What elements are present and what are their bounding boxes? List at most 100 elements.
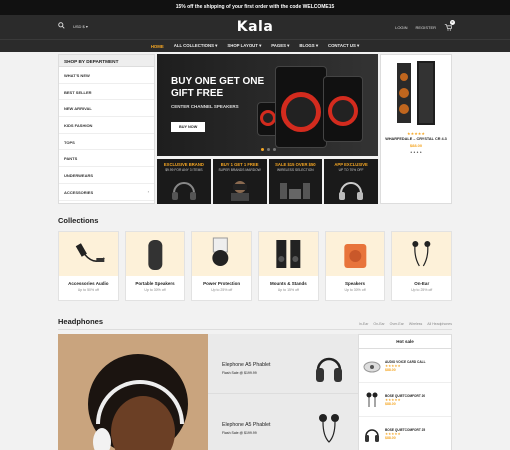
search-icon[interactable] [58, 22, 65, 30]
hot-item-price: $88.00 [385, 435, 396, 440]
hot-item-name: BOSE QUIETCOMFORT 20 [385, 393, 426, 398]
headphone-product-card[interactable]: Elephone A5 Phablet Flash Sale @ $199.99 [208, 334, 358, 394]
collection-name: On-Ear [414, 281, 430, 286]
banner-title: SALE $15 OVER $50 [275, 162, 316, 167]
nav-home[interactable]: HOME [151, 44, 164, 49]
nav-contact-us[interactable]: CONTACT US ▾ [328, 43, 359, 49]
dept-item-best-seller[interactable]: BEST SELLER [59, 84, 154, 101]
slider-dot[interactable] [261, 148, 264, 151]
headphones-section: Elephone A5 Phablet Flash Sale @ $199.99… [58, 334, 452, 450]
headphones-icon [339, 182, 364, 200]
banner-exclusive-brand[interactable]: EXCLUSIVE BRAND $9.99 FOR ANY 3 ITEMS [157, 159, 211, 204]
product-name[interactable]: WHARFEDALE – CRYSTAL CR 4.3 [381, 137, 451, 141]
earbuds-icon [319, 414, 339, 443]
collection-name: Power Protection [203, 281, 241, 286]
promo-topbar: 15% off the shipping of your first order… [0, 0, 510, 15]
nav-pages[interactable]: PAGES ▾ [271, 43, 289, 49]
headphones-header: Headphones In-Ear On-Ear Over-Ear Wirele… [58, 317, 452, 330]
dept-item-whats-new[interactable]: WHAT'S NEW [59, 67, 154, 84]
filter-wireless[interactable]: Wireless [409, 322, 422, 326]
collection-name: Mounts & Stands [269, 281, 307, 286]
filter-in-ear[interactable]: In-Ear [359, 322, 369, 326]
nav-all-collections[interactable]: ALL COLLECTIONS ▾ [174, 43, 218, 49]
banner-buy1get1[interactable]: BUY 1 GET 1 FREE SUPER BRANDS MARDOW [212, 159, 267, 204]
headphones-product-list: Elephone A5 Phablet Flash Sale @ $199.99… [208, 334, 358, 450]
banner-sale[interactable]: SALE $15 OVER $50 WIRELESS SELECTION [268, 159, 323, 204]
hot-sale-item[interactable]: BOSE QUIETCOMFORT 20 ★★★★★ $88.00 [359, 383, 451, 417]
hot-sale-title: Hot sale [359, 335, 451, 349]
slide-subtitle: CENTER CHANNEL SPEAKERS [171, 104, 239, 109]
collection-name: Portable Speakers [135, 281, 175, 286]
headphones-title: Headphones [58, 317, 104, 326]
dept-item-tops[interactable]: TOPS [59, 134, 154, 151]
banner-app-exclusive[interactable]: APP EXCLUSIVE UP TO 70% OFF [324, 159, 378, 204]
filter-all-headphones[interactable]: All Headphones [427, 322, 452, 326]
collection-card[interactable]: Portable Speakers Up to 30% off [124, 231, 186, 301]
slide-title: BUY ONE GET ONE GIFT FREE [171, 76, 265, 99]
collections-grid: Accessories Audio Up to 50% off Portable… [58, 231, 453, 301]
cart-icon[interactable]: 0 [444, 20, 455, 32]
collection-card[interactable]: Speakers Up to 30% off [324, 231, 386, 301]
hot-sale-item[interactable]: BOSE QUIETCOMFORT 25 ★★★★★ $88.00 [359, 417, 451, 450]
slider-dots [261, 148, 276, 151]
slider-dot[interactable] [273, 148, 276, 151]
department-menu-title: SHOP BY DEPARTMENT [59, 55, 154, 67]
vr-headset-icon [230, 181, 249, 201]
banner-title: EXCLUSIVE BRAND [163, 162, 204, 167]
collection-image [59, 232, 118, 276]
dept-item-kids-fashion[interactable]: KIDS FASHION [59, 117, 154, 134]
collection-discount: Up to 15% off [277, 288, 299, 292]
collection-image [259, 232, 318, 276]
filter-over-ear[interactable]: Over-Ear [390, 322, 404, 326]
hot-item-name: AUDIO VOICE CARD CALL [385, 359, 426, 364]
banner-sub: SUPER BRANDS MARDOW [218, 168, 261, 172]
filter-on-ear[interactable]: On-Ear [373, 322, 384, 326]
collection-discount: Up to 50% off [77, 288, 99, 292]
login-link[interactable]: LOGIN [395, 25, 407, 30]
headphone-product-card[interactable]: Elephone A5 Phablet Flash Sale @ $199.99 [208, 394, 358, 450]
banner-title: APP EXCLUSIVE [334, 162, 368, 167]
dept-item-pants[interactable]: PANTS [59, 150, 154, 168]
collection-image [325, 232, 385, 276]
banner-sub: UP TO 70% OFF [338, 168, 364, 172]
site-logo[interactable]: Kala [237, 19, 274, 35]
hero-slider: BUY ONE GET ONE GIFT FREE CENTER CHANNEL… [157, 54, 378, 204]
woman-headphones-photo [58, 334, 208, 450]
tower-speakers-image [397, 61, 435, 125]
banner-sub: WIRELESS SELECTION [277, 168, 314, 172]
collections-title: Collections [58, 216, 99, 225]
department-menu: SHOP BY DEPARTMENT WHAT'S NEW BEST SELLE… [58, 54, 155, 204]
collection-card[interactable]: On-Ear Up to 25% off [391, 231, 453, 301]
dept-item-new-arrival[interactable]: NEW ARRIVAL [59, 100, 154, 118]
site-header: USD $ ▾ Kala LOGIN REGISTER 0 [0, 15, 510, 39]
hot-item-price: $88.00 [385, 367, 396, 372]
register-link[interactable]: REGISTER [416, 25, 436, 30]
collection-card[interactable]: Power Protection Up to 25% off [191, 231, 253, 301]
currency-selector[interactable]: USD $ ▾ [73, 24, 88, 29]
hot-item-price: $88.00 [385, 401, 396, 406]
dept-item-accessories[interactable]: ACCESSORIES › [59, 184, 154, 201]
headphones-filter-links: In-Ear On-Ear Over-Ear Wireless All Head… [359, 322, 452, 326]
collection-discount: Up to 30% off [144, 288, 166, 292]
nav-blogs[interactable]: BLOGS ▾ [299, 43, 318, 49]
buy-now-button[interactable]: BUY NOW [171, 122, 206, 132]
headphones-icon [171, 182, 196, 200]
collection-discount: Up to 25% off [211, 288, 233, 292]
collection-card[interactable]: Mounts & Stands Up to 15% off [258, 231, 319, 301]
slider-dot[interactable] [267, 148, 270, 151]
featured-product-card[interactable]: ★★★★★ WHARFEDALE – CRYSTAL CR 4.3 $88.00… [380, 54, 452, 204]
nav-shop-layout[interactable]: SHOP LAYOUT ▾ [227, 43, 261, 49]
collection-card[interactable]: Accessories Audio Up to 50% off [58, 231, 119, 301]
cart-count-badge: 0 [450, 20, 455, 25]
product-rating: ★★★★★ [407, 131, 425, 136]
dept-item-underwears[interactable]: UNDERWEARS [59, 167, 154, 184]
banner-sub: $9.99 FOR ANY 3 ITEMS [165, 168, 203, 172]
hero-section: SHOP BY DEPARTMENT WHAT'S NEW BEST SELLE… [58, 54, 452, 204]
collection-image [125, 232, 185, 276]
collection-discount: Up to 25% off [411, 288, 433, 292]
page-content: SHOP BY DEPARTMENT WHAT'S NEW BEST SELLE… [58, 54, 453, 450]
hot-sale-item[interactable]: AUDIO VOICE CARD CALL ★★★★★ $88.00 [359, 349, 451, 383]
hot-item-name: BOSE QUIETCOMFORT 25 [385, 427, 426, 432]
headphones-icon [365, 428, 379, 442]
chevron-right-icon: › [147, 188, 149, 194]
